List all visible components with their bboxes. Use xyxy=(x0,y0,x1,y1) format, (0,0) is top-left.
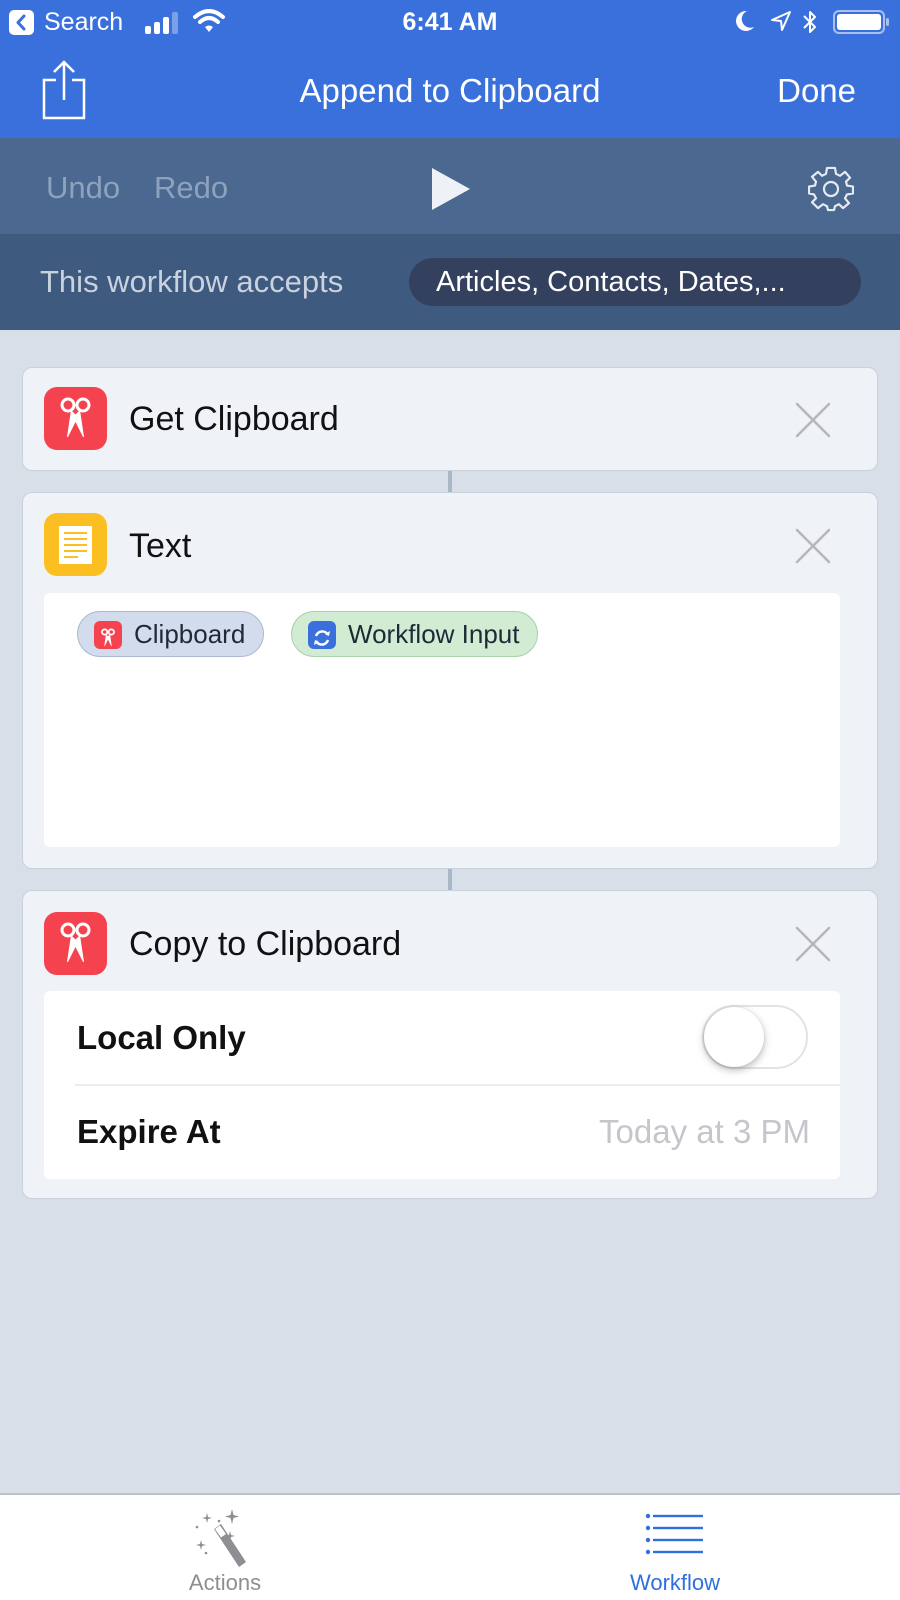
variable-token-clipboard[interactable]: Clipboard xyxy=(77,611,265,657)
editor-toolbar: Undo Redo xyxy=(0,138,900,234)
action-title: Copy to Clipboard xyxy=(129,925,402,963)
token-label: Clipboard xyxy=(134,619,246,649)
action-card-copy-to-clipboard[interactable]: Copy to Clipboard Local Only Expire At T… xyxy=(22,890,878,1199)
token-label: Workflow Input xyxy=(348,619,520,649)
action-connector xyxy=(448,471,452,493)
tab-label: Actions xyxy=(188,1570,262,1595)
close-icon[interactable] xyxy=(795,528,831,564)
text-input-area[interactable]: Clipboard Workflow Input xyxy=(44,593,840,847)
action-card-text[interactable]: Text Clipboard Workflow Input xyxy=(22,492,878,869)
moon-icon xyxy=(736,10,754,31)
location-icon xyxy=(771,11,791,31)
param-row-expire-at[interactable]: Expire At Today at 3 PM xyxy=(44,1085,840,1179)
clock: 6:41 AM xyxy=(402,8,498,36)
document-icon xyxy=(44,513,107,576)
accepted-types-button[interactable]: Articles, Contacts, Dates,... xyxy=(409,258,861,306)
battery-icon xyxy=(833,10,889,34)
magic-wand-icon xyxy=(195,1509,246,1567)
variable-token-workflow-input[interactable]: Workflow Input xyxy=(291,611,539,657)
bluetooth-icon xyxy=(803,11,816,33)
action-card-get-clipboard[interactable]: Get Clipboard xyxy=(22,367,878,471)
done-button[interactable]: Done xyxy=(777,72,856,110)
scissors-icon xyxy=(44,387,107,450)
nav-bar: Append to Clipboard Done xyxy=(0,46,900,138)
tab-workflow[interactable]: Workflow xyxy=(450,1495,900,1600)
param-row-local-only: Local Only xyxy=(44,991,840,1086)
status-bar: Search 6:41 AM xyxy=(0,0,900,46)
page-title: Append to Clipboard xyxy=(299,72,601,109)
input-types-bar: This workflow accepts Articles, Contacts… xyxy=(0,234,900,330)
close-icon[interactable] xyxy=(795,926,831,962)
action-parameters: Local Only Expire At Today at 3 PM xyxy=(44,991,840,1179)
toggle-knob xyxy=(704,1007,764,1067)
tab-label: Workflow xyxy=(629,1570,721,1595)
action-title: Get Clipboard xyxy=(129,400,339,438)
close-icon[interactable] xyxy=(795,402,831,438)
action-connector xyxy=(448,868,452,890)
tab-bar: Actions Workflow xyxy=(0,1493,900,1600)
action-title: Text xyxy=(129,527,192,565)
expire-at-value[interactable]: Today at 3 PM xyxy=(599,1113,810,1151)
gear-icon[interactable] xyxy=(808,166,854,212)
param-label: Expire At xyxy=(77,1113,221,1150)
tab-actions[interactable]: Actions xyxy=(0,1495,450,1600)
refresh-icon xyxy=(308,621,336,649)
undo-button[interactable]: Undo xyxy=(46,170,120,206)
local-only-toggle[interactable] xyxy=(702,1005,808,1069)
accepts-label: This workflow accepts xyxy=(40,264,344,299)
scissors-icon xyxy=(94,621,122,649)
play-icon[interactable] xyxy=(430,166,472,212)
redo-button[interactable]: Redo xyxy=(154,170,228,206)
param-label: Local Only xyxy=(77,1019,246,1056)
list-icon xyxy=(645,1513,703,1555)
scissors-icon xyxy=(44,912,107,975)
